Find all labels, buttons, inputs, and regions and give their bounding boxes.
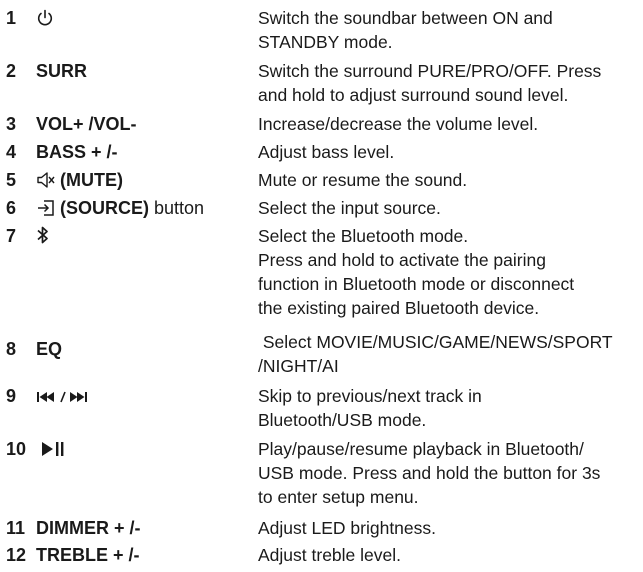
description-line: function in Bluetooth mode or disconnect: [258, 274, 575, 294]
item-name: VOL+ /VOL-: [36, 112, 137, 136]
description-line: Select the Bluetooth mode.: [258, 226, 469, 246]
item-label: DIMMER + /-: [36, 518, 141, 538]
bluetooth-icon: [36, 225, 50, 251]
description-line: Select the input source.: [258, 198, 441, 218]
item-description: Adjust treble level.: [258, 543, 638, 567]
description-line: USB mode. Press and hold the button for …: [258, 463, 601, 483]
item-name: (MUTE): [36, 168, 123, 195]
description-line: Mute or resume the sound.: [258, 170, 468, 190]
description-line: Skip to previous/next track in: [258, 386, 482, 406]
item-label: BASS + /-: [36, 142, 118, 162]
description-line: Select MOVIE/MUSIC/GAME/NEWS/SPORT: [258, 332, 613, 352]
description-line: STANDBY mode.: [258, 32, 393, 52]
item-name: EQ: [36, 337, 62, 361]
description-line: Adjust treble level.: [258, 545, 401, 565]
description-line: Adjust bass level.: [258, 142, 395, 162]
description-line: Press and hold to activate the pairing: [258, 250, 546, 270]
item-number: 5: [6, 170, 17, 190]
item-description: Increase/decrease the volume level.: [258, 112, 638, 136]
item-number: 9: [6, 386, 17, 406]
item-label: (MUTE): [60, 170, 123, 190]
item-name: (SOURCE) button: [36, 196, 204, 223]
item-number: 1: [6, 8, 17, 28]
item-description: Adjust LED brightness.: [258, 516, 638, 540]
item-description: Skip to previous/next track in Bluetooth…: [258, 384, 638, 432]
description-line: and hold to adjust surround sound level.: [258, 85, 569, 105]
item-label: (SOURCE): [60, 198, 149, 218]
item-description: Mute or resume the sound.: [258, 168, 638, 192]
item-number: 4: [6, 142, 17, 162]
description-line: Switch the surround PURE/PRO/OFF. Press: [258, 61, 602, 81]
item-number: 7: [6, 226, 17, 246]
item-name: [36, 224, 54, 251]
item-name: DIMMER + /-: [36, 516, 141, 540]
item-label: VOL+ /VOL-: [36, 114, 137, 134]
prev-next-icon: [36, 387, 90, 411]
item-description: Switch the soundbar between ON and STAND…: [258, 6, 638, 54]
item-description: Switch the surround PURE/PRO/OFF. Press …: [258, 59, 638, 107]
item-label: EQ: [36, 339, 63, 359]
item-number: 2: [6, 61, 17, 81]
description-line: Bluetooth/USB mode.: [258, 410, 427, 430]
source-icon: [36, 199, 56, 223]
description-line: to enter setup menu.: [258, 487, 419, 507]
item-number: 10: [6, 439, 27, 459]
item-description: Adjust bass level.: [258, 140, 638, 164]
description-line: Increase/decrease the volume level.: [258, 114, 539, 134]
item-label: TREBLE + /-: [36, 545, 140, 565]
item-number: 3: [6, 114, 17, 134]
item-description: Select the Bluetooth mode. Press and hol…: [258, 224, 638, 320]
item-description: Select MOVIE/MUSIC/GAME/NEWS/SPORT /NIGH…: [258, 330, 638, 378]
item-number: 11: [6, 518, 26, 538]
item-description: Select the input source.: [258, 196, 638, 220]
description-line: Play/pause/resume playback in Bluetooth/: [258, 439, 584, 459]
item-name: BASS + /-: [36, 140, 118, 164]
description-line: the existing paired Bluetooth device.: [258, 298, 540, 318]
item-name: [36, 384, 94, 411]
item-name: [40, 437, 72, 464]
item-name: TREBLE + /-: [36, 543, 140, 567]
description-line: Adjust LED brightness.: [258, 518, 437, 538]
description-line: /NIGHT/AI: [258, 356, 339, 376]
power-icon: [36, 9, 54, 33]
item-label: SURR: [36, 61, 88, 81]
item-number: 8: [6, 339, 17, 359]
item-number: 12: [6, 545, 27, 565]
item-name: [36, 6, 58, 33]
item-suffix: button: [154, 198, 205, 218]
button-function-list: 1 Switch the soundbar between ON and STA…: [0, 0, 643, 572]
description-line: Switch the soundbar between ON and: [258, 8, 553, 28]
mute-icon: [36, 171, 56, 195]
item-number: 6: [6, 198, 17, 218]
play-pause-icon: [40, 440, 68, 464]
item-name: SURR: [36, 59, 87, 83]
item-description: Play/pause/resume playback in Bluetooth/…: [258, 437, 638, 509]
